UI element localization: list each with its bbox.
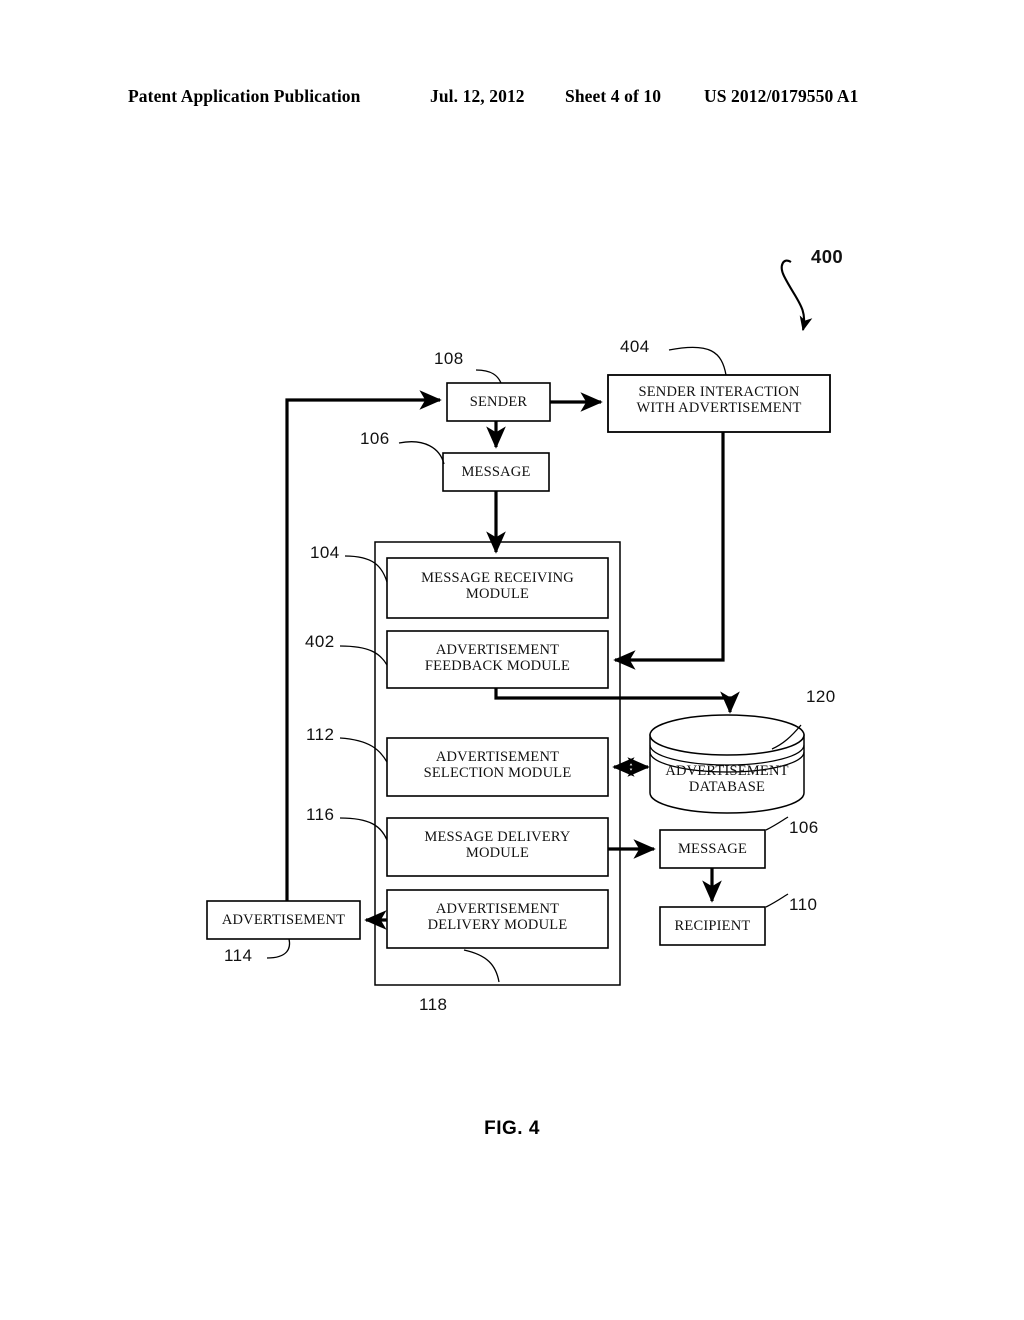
advertisement-box [206,900,361,940]
ref-108-leader [475,369,502,384]
ref-110-leader [765,893,789,908]
ref-112-leader [339,737,388,763]
ref-106-output-leader [765,816,789,831]
advertisement-selection-module-box [386,737,609,797]
ref-number-120: 120 [806,687,836,706]
ref-402-leader [339,645,388,666]
ref-404-leader [668,346,727,376]
ref-number-116: 116 [306,805,335,824]
feedback-module-to-database-arrow [494,688,740,714]
ref-number-110: 110 [789,895,818,914]
advertisement-feedback-module-box [386,630,609,689]
interaction-to-feedback-module-arrow [613,432,725,670]
ref-number-114: 114 [224,946,253,965]
message-delivery-module-box [386,817,609,877]
recipient-box [659,906,766,946]
figure-caption: FIG. 4 [484,1118,540,1139]
ref-number-106-input: 106 [360,429,390,448]
sender-box [446,382,551,422]
advertisement-delivery-module-box [386,889,609,949]
ref-118-leader [463,949,500,983]
ref-number-402: 402 [305,632,335,651]
advertisement-database-cylinder [649,714,805,814]
sender-interaction-box [607,374,831,433]
ref-number-108: 108 [434,349,464,368]
ref-116-leader [339,817,388,841]
ref-114-leader [266,938,291,959]
ref-number-400: 400 [811,246,844,267]
message-input-box [442,452,550,492]
message-output-box [659,829,766,869]
message-receiving-module-box [386,557,609,619]
ref-number-106-output: 106 [789,818,819,837]
ref-number-112: 112 [306,725,335,744]
ref-number-404: 404 [620,337,650,356]
ref-104-leader [344,555,388,583]
ref-number-104: 104 [310,543,340,562]
ref-number-118: 118 [419,995,448,1014]
ref-106-input-leader [398,441,445,465]
figure-ref-400-leader [780,259,813,332]
